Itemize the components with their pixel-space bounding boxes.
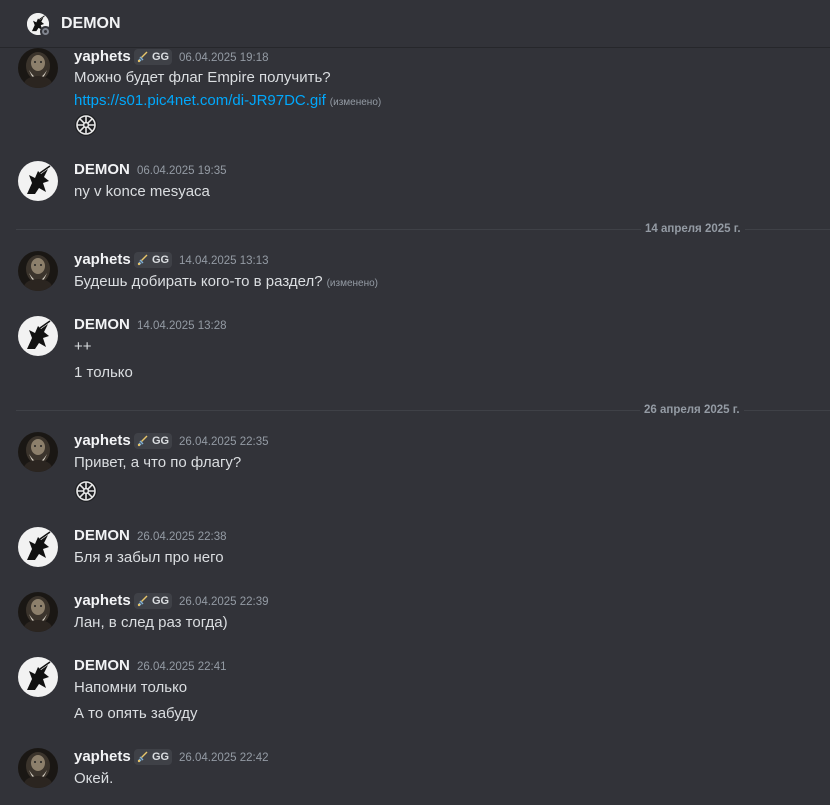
message-text: Можно будет флаг Empire получить? [74, 69, 331, 86]
sword-icon [137, 751, 149, 763]
timestamp: 06.04.2025 19:35 [137, 165, 227, 177]
message-text: Лан, в след раз тогда) [74, 614, 228, 631]
date-divider-label: 26 апреля 2025 г. [640, 403, 744, 417]
timestamp: 26.04.2025 22:42 [179, 752, 269, 764]
message-link-line: https://s01.pic4net.com/di-JR97DC.gif (из… [74, 91, 381, 113]
guild-tag[interactable]: GG [134, 433, 173, 449]
date-divider-label: 14 апреля 2025 г. [641, 222, 745, 236]
guild-tag[interactable]: GG [134, 749, 173, 765]
tag-label: GG [152, 595, 170, 607]
timestamp: 26.04.2025 22:41 [137, 661, 227, 673]
message-text: ++ [74, 338, 92, 355]
tag-label: GG [152, 51, 170, 63]
sword-icon [137, 254, 149, 266]
tag-label: GG [152, 751, 170, 763]
guild-tag[interactable]: GG [134, 593, 173, 609]
timestamp: 14.04.2025 13:13 [179, 255, 269, 267]
message-text: 1 только [74, 364, 133, 381]
sword-icon [137, 435, 149, 447]
imperial-emblem-icon[interactable] [74, 479, 98, 503]
timestamp: 14.04.2025 13:28 [137, 320, 227, 332]
username[interactable]: DEMON [74, 316, 130, 334]
username[interactable]: DEMON [74, 161, 130, 179]
channel-header: DEMON [0, 0, 830, 48]
avatar[interactable] [18, 316, 58, 356]
avatar[interactable] [18, 657, 58, 697]
avatar[interactable] [18, 592, 58, 632]
edited-label: (изменено) [326, 278, 378, 289]
timestamp: 06.04.2025 19:18 [179, 52, 269, 64]
avatar[interactable] [18, 251, 58, 291]
tag-label: GG [152, 254, 170, 266]
avatar[interactable] [18, 748, 58, 788]
timestamp: 26.04.2025 22:38 [137, 531, 227, 543]
username[interactable]: yaphets [74, 251, 131, 269]
timestamp: 26.04.2025 22:39 [179, 596, 269, 608]
username[interactable]: DEMON [74, 657, 130, 675]
message-text: ny v konce mesyaca [74, 183, 210, 200]
tag-label: GG [152, 435, 170, 447]
guild-tag[interactable]: GG [134, 252, 173, 268]
imperial-emblem-icon[interactable] [74, 113, 98, 137]
message-link[interactable]: https://s01.pic4net.com/di-JR97DC.gif [74, 92, 326, 109]
message-text-line: Будешь добирать кого-то в раздел? (измене… [74, 272, 378, 294]
message-text: Привет, а что по флагу? [74, 454, 242, 471]
channel-title: DEMON [61, 15, 121, 32]
username[interactable]: yaphets [74, 48, 131, 66]
edited-label: (изменено) [329, 97, 382, 108]
message-text: Бля я забыл про него [74, 549, 224, 566]
avatar[interactable] [18, 48, 58, 88]
avatar[interactable] [18, 161, 58, 201]
timestamp: 26.04.2025 22:35 [179, 436, 269, 448]
username[interactable]: yaphets [74, 592, 131, 610]
username[interactable]: DEMON [74, 527, 130, 545]
username[interactable]: yaphets [74, 748, 131, 766]
avatar[interactable] [18, 527, 58, 567]
message-text: Будешь добирать кого-то в раздел? [74, 273, 323, 290]
sword-icon [137, 51, 149, 63]
username[interactable]: yaphets [74, 432, 131, 450]
avatar[interactable] [18, 432, 58, 472]
sword-icon [137, 595, 149, 607]
message-text: Окей. [74, 770, 114, 787]
offline-status-icon [40, 26, 51, 37]
message-text: А то опять забуду [74, 705, 198, 722]
message-text: Напомни только [74, 679, 188, 696]
guild-tag[interactable]: GG [134, 49, 173, 65]
